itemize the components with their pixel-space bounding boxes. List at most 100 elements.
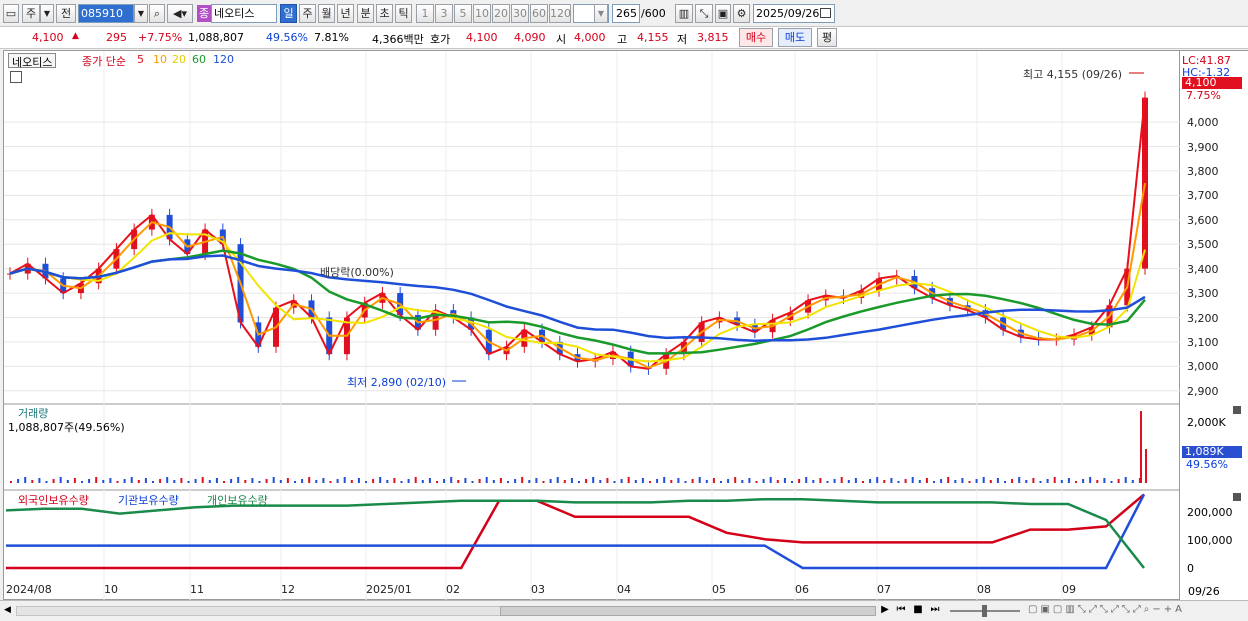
volume-bar	[1117, 479, 1120, 483]
data-count-input[interactable]: 265	[612, 4, 640, 23]
volume-bar	[641, 478, 644, 483]
turnover-rate: 7.81%	[314, 31, 349, 44]
volume-bar	[301, 479, 304, 483]
x-tick-may: 05	[712, 583, 726, 596]
volume-bar	[265, 479, 268, 483]
chart-area[interactable]	[3, 50, 1181, 601]
volume-bar	[443, 479, 446, 483]
scroll-right-icon[interactable]: ▶	[878, 604, 892, 618]
volume-bar	[599, 480, 602, 483]
volume-bar	[996, 478, 999, 483]
volume-bar	[436, 481, 438, 483]
speed-slider-handle[interactable]	[982, 605, 987, 617]
minute-120[interactable]: 120	[549, 4, 571, 23]
period-day[interactable]: 일	[280, 4, 297, 23]
volume-bar	[570, 478, 573, 483]
stock-name-legend[interactable]: 네오티스	[8, 53, 57, 69]
volume-bar	[1032, 478, 1035, 483]
minute-5[interactable]: 5	[454, 4, 472, 23]
minute-10[interactable]: 10	[473, 4, 491, 23]
stop-icon[interactable]: ■	[910, 604, 926, 618]
volume-bar	[336, 479, 339, 483]
volume-bar	[499, 478, 502, 483]
calendar-icon[interactable]	[820, 8, 831, 18]
period-tick[interactable]: 틱	[395, 4, 412, 23]
rewind-icon[interactable]: ⏮	[893, 604, 909, 618]
volume-bar	[116, 481, 119, 483]
volume-bar	[1039, 481, 1042, 483]
buy-button[interactable]: 매수	[739, 28, 773, 47]
line-tool-icon[interactable]: ⤡	[695, 4, 713, 23]
minute-60[interactable]: 60	[530, 4, 548, 23]
period-second[interactable]: 초	[376, 4, 393, 23]
volume-bar	[507, 481, 509, 483]
volume-bar	[1060, 480, 1063, 483]
stock-code-input[interactable]: 085910	[78, 4, 134, 23]
volume-bar	[1089, 477, 1092, 483]
volume-bar	[1110, 481, 1113, 483]
volume-bar	[869, 479, 872, 483]
volume-bar	[606, 478, 609, 483]
volume-bar	[31, 480, 34, 483]
volume-bar	[393, 478, 396, 483]
fast-forward-icon[interactable]: ⏭	[927, 604, 943, 618]
volume-bar	[95, 477, 98, 483]
gear-icon[interactable]: ⚙	[733, 4, 750, 23]
search-icon[interactable]: ⌕	[149, 4, 165, 23]
x-axis-last-date: 09/26	[1188, 585, 1220, 598]
minute-20[interactable]: 20	[492, 4, 510, 23]
drawing-tools-icons[interactable]: ▢▣▢▥⤡⤢⤡⤢⤡⤢⌕−+A	[1028, 604, 1218, 618]
volume-bar	[1082, 479, 1085, 483]
high-price: 4,155	[637, 31, 669, 44]
minute-1[interactable]: 1	[416, 4, 434, 23]
volume-panel-close-icon[interactable]	[1233, 406, 1241, 414]
code-dropdown-icon[interactable]: ▼	[134, 4, 148, 23]
period-week[interactable]: 주	[299, 4, 316, 23]
holding-panel-close-icon[interactable]	[1233, 493, 1241, 501]
minute-3[interactable]: 3	[435, 4, 453, 23]
minute-30[interactable]: 30	[511, 4, 529, 23]
balance-button[interactable]: 평	[817, 28, 837, 47]
volume-bar	[876, 477, 879, 483]
volume-bar	[187, 481, 190, 483]
x-tick-jan: 2025/01	[366, 583, 412, 596]
speaker-icon[interactable]: ◀▾	[167, 4, 193, 23]
scrollbar-thumb[interactable]	[500, 606, 876, 616]
stock-name-field[interactable]: 네오티스	[211, 4, 277, 23]
volume-bar	[152, 481, 154, 483]
volume-bar	[258, 481, 261, 483]
period-month[interactable]: 월	[318, 4, 335, 23]
volume-bar	[329, 481, 332, 483]
ma-10-legend: 10	[153, 53, 167, 66]
volume-bar	[833, 479, 836, 483]
volume-bar	[365, 481, 367, 483]
prev-button[interactable]: 전	[56, 4, 76, 23]
calculator-icon[interactable]	[10, 71, 22, 83]
data-count-total: /600	[641, 7, 666, 20]
volume-bar	[634, 480, 637, 483]
custom-period-dropdown-icon[interactable]: ▼	[594, 4, 608, 23]
period-minute[interactable]: 분	[357, 4, 374, 23]
period-year[interactable]: 년	[337, 4, 354, 23]
ask-label: 호가	[430, 33, 451, 46]
y-tick-label: 3,700	[1187, 189, 1219, 203]
chevron-down-icon[interactable]: ▼	[40, 4, 54, 23]
price-change-pct: +7.75%	[138, 31, 183, 44]
volume-bar	[308, 477, 311, 483]
volume-bar	[578, 481, 580, 483]
volume-bar	[286, 478, 289, 483]
window-icon[interactable]: ▭	[3, 4, 19, 23]
price-change: 295	[106, 31, 127, 44]
save-icon[interactable]: ▣	[715, 4, 731, 23]
market-type-select[interactable]: 주	[22, 4, 40, 23]
sell-button[interactable]: 매도	[778, 28, 812, 47]
scroll-left-icon[interactable]: ◀	[4, 605, 14, 617]
candle-type-icon[interactable]: ▥	[675, 4, 693, 23]
volume-bar	[173, 480, 176, 483]
volume-bar	[791, 481, 793, 483]
volume-bar	[528, 480, 531, 483]
price-tag: 4,100	[1182, 77, 1242, 89]
chart-svg[interactable]	[4, 51, 1181, 601]
volume-bar	[734, 477, 737, 483]
x-tick-oct: 10	[104, 583, 118, 596]
